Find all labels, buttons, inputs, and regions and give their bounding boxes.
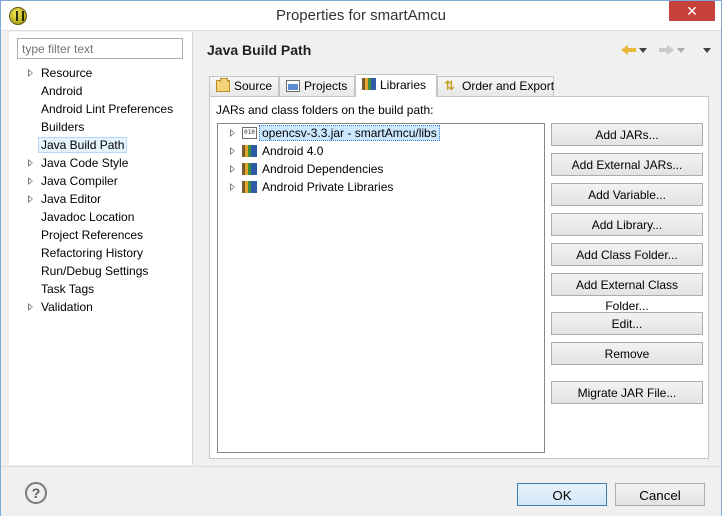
sidebar-item-label: Resource — [41, 66, 93, 80]
help-icon[interactable]: ? — [25, 482, 47, 504]
expand-arrow-icon[interactable] — [28, 159, 33, 167]
tree-item-android-private-libraries[interactable]: Android Private Libraries — [218, 178, 544, 196]
expand-arrow-icon[interactable] — [28, 195, 33, 203]
add-external-class-folder-button[interactable]: Add External Class Folder... — [551, 273, 703, 313]
sidebar-item-label: Refactoring History — [41, 246, 144, 260]
sidebar-item-resource[interactable]: Resource — [9, 64, 193, 82]
dialog-footer: ? OK Cancel — [1, 466, 721, 516]
cancel-button[interactable]: Cancel — [615, 483, 705, 506]
libraries-tab-content: JARs and class folders on the build path… — [209, 96, 709, 459]
ok-button[interactable]: OK — [517, 483, 607, 506]
section-label: JARs and class folders on the build path… — [216, 103, 434, 117]
sidebar-item-builders[interactable]: Builders — [9, 118, 193, 136]
expand-arrow-icon[interactable] — [28, 303, 33, 311]
sidebar-item-label: Java Build Path — [38, 137, 128, 153]
back-menu-icon[interactable] — [639, 48, 647, 53]
expand-arrow-icon[interactable] — [230, 165, 235, 173]
tab-libraries[interactable]: Libraries — [355, 74, 437, 97]
add-variable-button[interactable]: Add Variable... — [551, 183, 703, 206]
tree-item-android-dependencies[interactable]: Android Dependencies — [218, 160, 544, 178]
jar-icon: 010 — [242, 127, 257, 139]
sidebar-item-task-tags[interactable]: Task Tags — [9, 280, 193, 298]
sidebar-item-android[interactable]: Android — [9, 82, 193, 100]
expand-arrow-icon[interactable] — [28, 177, 33, 185]
view-menu-icon[interactable] — [703, 48, 711, 53]
filter-input[interactable] — [17, 38, 183, 59]
tree-item-opencsv-jar[interactable]: 010 opencsv-3.3.jar - smartAmcu/libs — [218, 124, 544, 142]
title-bar[interactable]: Properties for smartAmcu ✕ — [1, 1, 721, 31]
edit-button[interactable]: Edit... — [551, 312, 703, 335]
sidebar-item-label: Javadoc Location — [41, 210, 135, 224]
library-icon — [242, 181, 257, 193]
add-jars-button[interactable]: Add JARs... — [551, 123, 703, 146]
library-icon — [242, 145, 257, 157]
add-class-folder-button[interactable]: Add Class Folder... — [551, 243, 703, 266]
tab-label: Projects — [304, 79, 348, 93]
sidebar-item-android-lint-preferences[interactable]: Android Lint Preferences — [9, 100, 193, 118]
sidebar-item-label: Builders — [41, 120, 85, 134]
sidebar-item-project-references[interactable]: Project References — [9, 226, 193, 244]
close-button[interactable]: ✕ — [669, 1, 715, 21]
tree-item-label: Android Dependencies — [262, 162, 384, 176]
sidebar: Resource Android Android Lint Preference… — [9, 32, 193, 465]
tree-item-label: opencsv-3.3.jar - smartAmcu/libs — [259, 125, 440, 141]
order-export-icon — [444, 77, 458, 95]
build-path-tree[interactable]: 010 opencsv-3.3.jar - smartAmcu/libs And… — [217, 123, 545, 453]
add-library-button[interactable]: Add Library... — [551, 213, 703, 236]
sidebar-item-java-build-path[interactable]: Java Build Path — [9, 136, 193, 154]
libraries-icon — [362, 78, 376, 90]
sidebar-item-java-code-style[interactable]: Java Code Style — [9, 154, 193, 172]
sidebar-item-refactoring-history[interactable]: Refactoring History — [9, 244, 193, 262]
back-arrow-icon[interactable] — [621, 42, 637, 58]
tab-order-and-export[interactable]: Order and Export — [437, 76, 554, 96]
sidebar-item-label: Java Compiler — [41, 174, 118, 188]
expand-arrow-icon[interactable] — [230, 129, 235, 137]
expand-arrow-icon[interactable] — [230, 147, 235, 155]
sidebar-item-label: Run/Debug Settings — [41, 264, 149, 278]
tab-label: Order and Export — [462, 79, 555, 93]
page-title: Java Build Path — [207, 42, 312, 58]
sidebar-item-java-editor[interactable]: Java Editor — [9, 190, 193, 208]
tab-label: Source — [234, 79, 273, 93]
tab-projects[interactable]: Projects — [279, 76, 355, 96]
sidebar-item-label: Android — [41, 84, 83, 98]
sidebar-item-run-debug-settings[interactable]: Run/Debug Settings — [9, 262, 193, 280]
sidebar-item-label: Task Tags — [41, 282, 95, 296]
forward-menu-icon[interactable] — [677, 48, 685, 53]
sidebar-tree: Resource Android Android Lint Preference… — [9, 64, 193, 316]
sidebar-item-label: Java Editor — [41, 192, 102, 206]
expand-arrow-icon[interactable] — [28, 69, 33, 77]
properties-dialog: Properties for smartAmcu ✕ Resource Andr… — [0, 0, 722, 516]
remove-button[interactable]: Remove — [551, 342, 703, 365]
sidebar-item-java-compiler[interactable]: Java Compiler — [9, 172, 193, 190]
tab-source[interactable]: Source — [209, 76, 279, 96]
tree-item-android-4-0[interactable]: Android 4.0 — [218, 142, 544, 160]
sidebar-item-label: Java Code Style — [41, 156, 129, 170]
add-external-jars-button[interactable]: Add External JARs... — [551, 153, 703, 176]
sidebar-item-label: Validation — [41, 300, 93, 314]
window-title: Properties for smartAmcu — [275, 7, 447, 24]
sidebar-item-validation[interactable]: Validation — [9, 298, 193, 316]
projects-icon — [286, 80, 300, 92]
expand-arrow-icon[interactable] — [230, 183, 235, 191]
sidebar-item-label: Android Lint Preferences — [41, 102, 174, 116]
sidebar-item-label: Project References — [41, 228, 144, 242]
tree-item-label: Android Private Libraries — [262, 180, 394, 194]
tab-label: Libraries — [380, 78, 427, 92]
tree-item-label: Android 4.0 — [262, 144, 324, 158]
sidebar-item-javadoc-location[interactable]: Javadoc Location — [9, 208, 193, 226]
source-folder-icon — [216, 78, 230, 92]
forward-arrow-icon[interactable] — [659, 42, 675, 58]
migrate-jar-button[interactable]: Migrate JAR File... — [551, 381, 703, 404]
library-icon — [242, 163, 257, 175]
main-panel: Java Build Path Source Projects Librarie… — [194, 32, 721, 465]
